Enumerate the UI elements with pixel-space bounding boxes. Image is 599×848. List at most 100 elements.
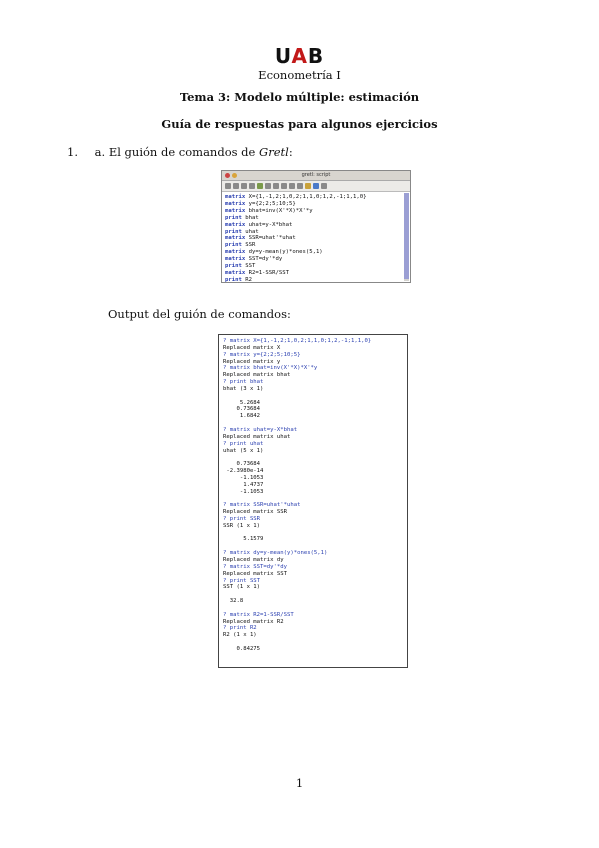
- item-number: 1.: [67, 145, 78, 159]
- output-code: ? matrix X={1,-1,2;1,0,2;1,1,0;1,2,-1;1,…: [223, 338, 371, 653]
- output-result-line: SSR (1 x 1): [223, 522, 261, 529]
- output-result-line: Replaced matrix bhat: [223, 372, 291, 379]
- output-result-line: [223, 420, 371, 427]
- script-args: SST=dy'*dy: [245, 256, 283, 263]
- exercise-item: 1. a. El guión de comandos de Gretl:: [67, 145, 293, 159]
- script-toolbar: [222, 181, 410, 192]
- script-line: print SST: [225, 263, 366, 270]
- script-keyword: matrix: [225, 269, 246, 276]
- output-result-line: 1.6842: [223, 413, 261, 420]
- output-result-line: bhat (3 x 1): [223, 385, 264, 392]
- script-line: matrix uhat=y-X*bhat: [225, 222, 366, 229]
- output-result-line: [223, 393, 371, 400]
- script-args: bhat: [241, 214, 259, 221]
- output-result-line: Replaced matrix uhat: [223, 433, 291, 440]
- document-title: Tema 3: Modelo múltiple: estimación: [179, 90, 420, 104]
- script-line: print R2: [225, 277, 366, 284]
- item-suffix: :: [288, 145, 293, 159]
- replace-icon: [297, 183, 303, 189]
- script-window-title: gretl: script: [301, 172, 331, 178]
- script-line: matrix dy=y-mean(y)*ones(5,1): [225, 249, 366, 256]
- output-result-line: 0.73684: [223, 461, 261, 468]
- output-result-line: Replaced matrix SSR: [223, 509, 287, 516]
- script-line: matrix SSR=uhat'*uhat: [225, 235, 366, 242]
- script-keyword: print: [225, 214, 242, 221]
- item-app-name: Gretl: [259, 145, 289, 159]
- gretl-output-panel: ? matrix X={1,-1,2;1,0,2;1,1,0;1,2,-1;1,…: [218, 334, 408, 668]
- script-line: print SSR: [225, 242, 366, 249]
- script-line: print bhat: [225, 215, 366, 222]
- output-result-line: uhat (5 x 1): [223, 447, 264, 454]
- script-keyword: matrix: [225, 200, 246, 207]
- logo-letter-b: B: [307, 44, 325, 68]
- logo-letter-a: A: [291, 44, 308, 68]
- script-scroll-thumb: [404, 193, 409, 279]
- output-result-line: [223, 454, 371, 461]
- output-result-line: SST (1 x 1): [223, 584, 261, 591]
- close-script-icon: [321, 183, 327, 189]
- output-command-line: ? matrix R2=1-SSR/SST: [223, 611, 294, 618]
- run-icon: [257, 183, 263, 189]
- page-number: 1: [295, 776, 304, 790]
- gretl-script-window: gretl: script matrix X={1,-1,2;1,0,2;1,1…: [221, 170, 411, 283]
- script-line: matrix y={2;2;5;10;5}: [225, 201, 366, 208]
- output-result-line: Replaced matrix R2: [223, 618, 284, 625]
- script-args: dy=y-mean(y)*ones(5,1): [245, 249, 323, 256]
- output-result-line: [223, 543, 371, 550]
- cut-icon: [265, 183, 271, 189]
- script-args: SST: [241, 263, 256, 270]
- script-args: bhat=inv(X'*X)*X'*y: [245, 207, 313, 214]
- script-keyword: print: [225, 228, 242, 235]
- output-result-line: [223, 530, 371, 537]
- output-command-line: ? matrix dy=y-mean(y)*ones(5,1): [223, 550, 328, 557]
- close-icon: [225, 173, 230, 178]
- script-args: R2: [241, 276, 252, 283]
- script-scrollbar: [404, 193, 409, 281]
- print-icon: [249, 183, 255, 189]
- script-args: R2=1-SSR/SST: [245, 269, 289, 276]
- paste-icon: [281, 183, 287, 189]
- output-command-line: ? matrix SSR=uhat'*uhat: [223, 502, 301, 509]
- output-result-line: [223, 605, 371, 612]
- find-icon: [289, 183, 295, 189]
- output-result-line: 1.4737: [223, 481, 264, 488]
- script-line: matrix R2=1-SSR/SST: [225, 270, 366, 277]
- output-command-line: ? print R2: [223, 625, 257, 632]
- script-args: y={2;2;5;10;5}: [245, 200, 296, 207]
- script-line: matrix SST=dy'*dy: [225, 256, 366, 263]
- output-command-line: ? matrix SST=dy'*dy: [223, 563, 287, 570]
- output-command-line: ? print uhat: [223, 440, 264, 447]
- script-keyword: print: [225, 242, 242, 249]
- document-subtitle: Guía de respuestas para algunos ejercici…: [161, 117, 438, 131]
- output-result-line: Replaced matrix X: [223, 344, 281, 351]
- script-line: matrix X={1,-1,2;1,0,2;1,1,0;1,2,-1;1,1,…: [225, 194, 366, 201]
- script-keyword: matrix: [225, 235, 246, 242]
- output-result-line: Replaced matrix SST: [223, 570, 287, 577]
- script-code: matrix X={1,-1,2;1,0,2;1,1,0;1,2,-1;1,1,…: [225, 194, 366, 284]
- save-icon: [241, 183, 247, 189]
- output-command-line: ? matrix y={2;2;5;10;5}: [223, 351, 301, 358]
- output-command-line: ? print SSR: [223, 515, 261, 522]
- script-args: SSR: [241, 242, 256, 249]
- output-result-line: Replaced matrix y: [223, 358, 281, 365]
- course-name: Econometría I: [258, 68, 341, 82]
- item-prefix: a. El guión de comandos de: [94, 145, 260, 159]
- script-line: print uhat: [225, 229, 366, 236]
- uab-logo: UAB: [0, 44, 599, 68]
- output-result-line: 5.1579: [223, 536, 264, 543]
- output-result-line: 32.8: [223, 598, 244, 605]
- output-result-line: [223, 495, 371, 502]
- output-result-line: -1.1053: [223, 474, 264, 481]
- output-command-line: ? matrix X={1,-1,2;1,0,2;1,1,0;1,2,-1;1,…: [223, 338, 372, 344]
- script-args: X={1,-1,2;1,0,2;1,1,0;1,2,-1;1,1,0}: [245, 194, 367, 200]
- undo-icon: [305, 183, 311, 189]
- output-result-line: [223, 591, 371, 598]
- script-editor: matrix X={1,-1,2;1,0,2;1,1,0;1,2,-1;1,1,…: [222, 192, 410, 284]
- copy-icon: [273, 183, 279, 189]
- minimize-icon: [232, 173, 237, 178]
- script-keyword: matrix: [225, 249, 246, 256]
- output-result-line: [223, 639, 371, 646]
- output-result-line: 0.84275: [223, 645, 261, 652]
- script-keyword: matrix: [225, 194, 246, 200]
- output-result-line: R2 (1 x 1): [223, 632, 257, 639]
